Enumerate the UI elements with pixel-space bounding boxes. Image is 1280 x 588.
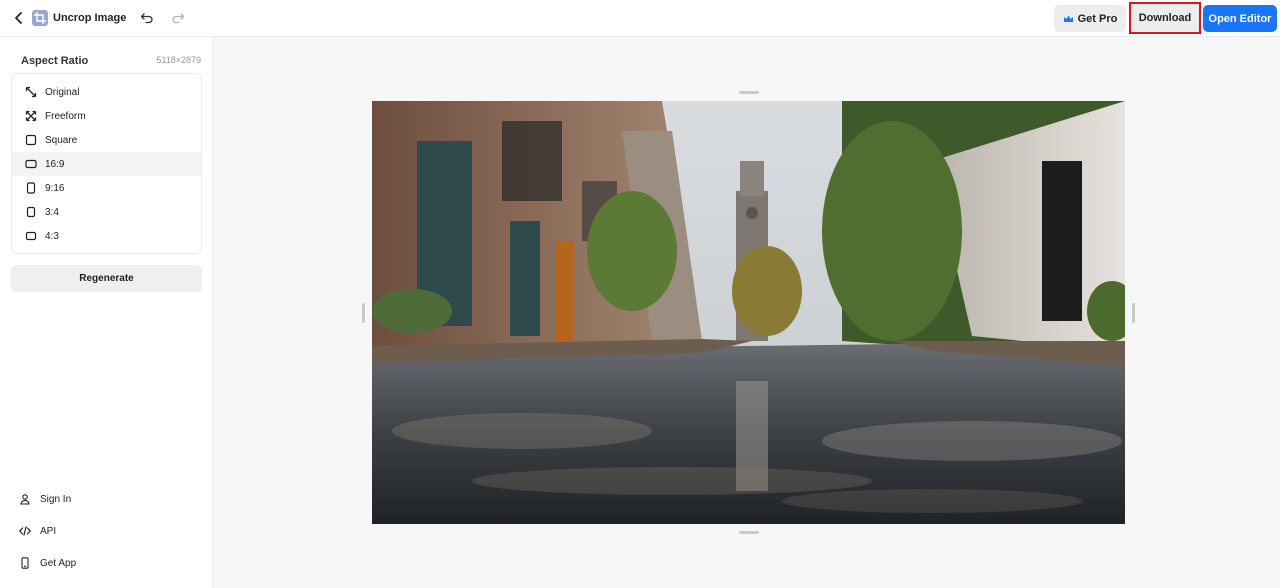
undo-icon[interactable]	[140, 11, 154, 25]
aspect-option-9-16[interactable]: 9:16	[12, 176, 201, 200]
aspect-option-label: Freeform	[45, 110, 86, 122]
sign-in-link[interactable]: Sign In	[0, 487, 212, 511]
get-pro-label: Get Pro	[1077, 12, 1118, 25]
open-editor-button[interactable]: Open Editor	[1203, 5, 1277, 32]
aspect-ratio-title: Aspect Ratio	[21, 55, 89, 67]
api-link[interactable]: API	[0, 519, 212, 543]
get-pro-button[interactable]: Get Pro	[1054, 5, 1126, 32]
landscape-rect-icon	[25, 158, 37, 170]
get-app-label: Get App	[40, 557, 77, 569]
code-icon	[19, 525, 31, 537]
aspect-option-freeform[interactable]: Freeform	[12, 104, 201, 128]
resize-handle-top[interactable]	[739, 91, 759, 94]
image-preview[interactable]	[372, 101, 1125, 524]
crown-icon	[1063, 15, 1073, 22]
aspect-option-16-9[interactable]: 16:9	[12, 152, 201, 176]
sign-in-label: Sign In	[40, 493, 72, 505]
resize-handle-left[interactable]	[362, 303, 365, 323]
download-button[interactable]: Download	[1129, 2, 1201, 34]
aspect-option-label: 4:3	[45, 230, 59, 242]
aspect-option-label: Square	[45, 134, 78, 146]
portrait-rect-icon	[25, 206, 37, 218]
aspect-option-3-4[interactable]: 3:4	[12, 200, 201, 224]
aspect-option-label: Original	[45, 86, 80, 98]
image-dimensions: 5118×2879	[156, 55, 201, 65]
resize-handle-right[interactable]	[1132, 303, 1135, 323]
phone-icon	[19, 557, 31, 569]
aspect-option-label: 3:4	[45, 206, 59, 218]
landscape-rect-icon	[25, 230, 37, 242]
aspect-option-label: 9:16	[45, 182, 65, 194]
top-bar: Uncrop Image Get Pro Download Open Edito…	[0, 0, 1280, 37]
street-photo	[372, 101, 1125, 524]
expand-diagonal-icon	[25, 86, 37, 98]
aspect-option-original[interactable]: Original	[12, 80, 201, 104]
aspect-option-square[interactable]: Square	[12, 128, 201, 152]
app-title: Uncrop Image	[53, 12, 127, 24]
resize-handle-bottom[interactable]	[739, 531, 759, 534]
user-icon	[19, 493, 31, 505]
canvas-area	[214, 38, 1280, 588]
regenerate-button[interactable]: Regenerate	[11, 265, 202, 292]
get-app-link[interactable]: Get App	[0, 551, 212, 575]
redo-icon[interactable]	[171, 11, 185, 25]
aspect-option-label: 16:9	[45, 158, 65, 170]
freeform-icon	[25, 110, 37, 122]
square-icon	[25, 134, 37, 146]
sidebar: Aspect Ratio 5118×2879 Original Freeform…	[0, 37, 213, 588]
crop-app-icon	[32, 10, 48, 26]
back-arrow-icon[interactable]	[12, 10, 26, 26]
aspect-option-4-3[interactable]: 4:3	[12, 224, 201, 248]
api-label: API	[40, 525, 57, 537]
aspect-ratio-list: Original Freeform Square 16:9 9:16 3:4 4…	[11, 73, 202, 254]
portrait-rect-icon	[25, 182, 37, 194]
